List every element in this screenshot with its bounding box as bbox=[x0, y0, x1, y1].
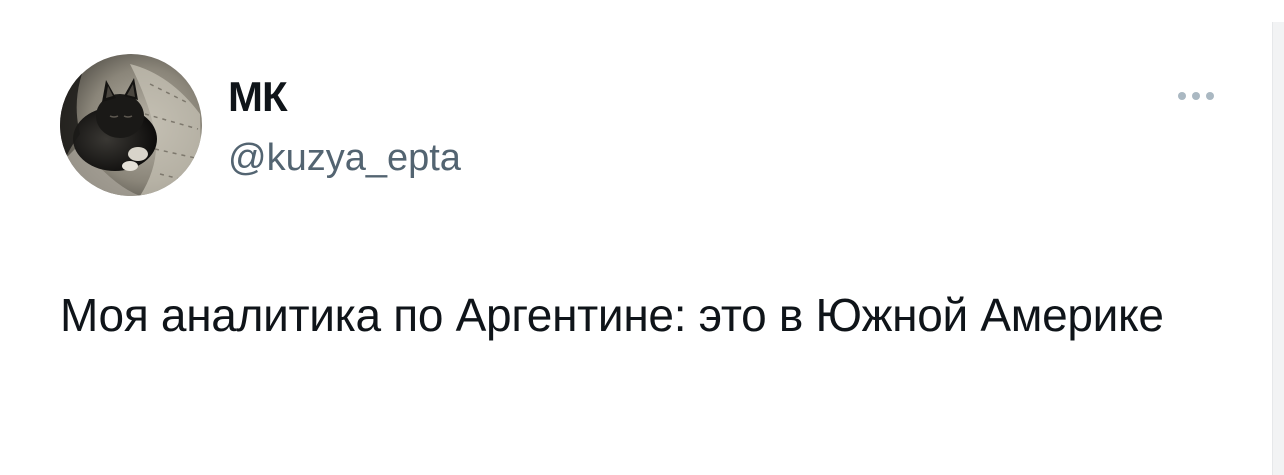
tweet-card: МК @kuzya_epta Моя аналитика по Аргентин… bbox=[0, 0, 1284, 475]
author-handle[interactable]: @kuzya_epta bbox=[228, 135, 461, 181]
avatar[interactable] bbox=[60, 54, 202, 196]
more-options-icon bbox=[1178, 92, 1186, 100]
cat-avatar-icon bbox=[60, 54, 202, 196]
more-options-icon bbox=[1192, 92, 1200, 100]
more-options-icon bbox=[1206, 92, 1214, 100]
more-options-button[interactable] bbox=[1168, 80, 1224, 112]
scrollbar[interactable] bbox=[1272, 22, 1284, 475]
tweet-text: Моя аналитика по Аргентине: это в Южной … bbox=[60, 289, 1164, 341]
author-display-name[interactable]: МК bbox=[228, 72, 288, 122]
